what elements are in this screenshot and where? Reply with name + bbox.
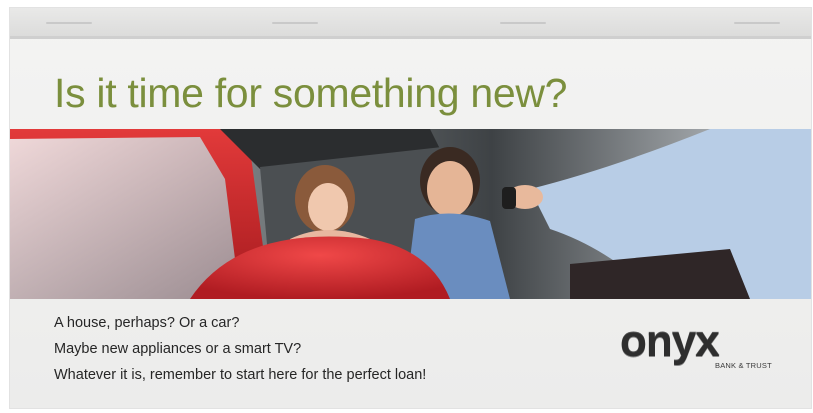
body-copy: A house, perhaps? Or a car? Maybe new ap… <box>54 313 426 391</box>
ad-headline: Is it time for something new? <box>54 70 568 116</box>
body-line: Whatever it is, remember to start here f… <box>54 367 427 383</box>
onyx-bank-logo[interactable]: onyx BANK & TRUST <box>618 317 778 373</box>
ad-banner[interactable]: Is it time for something new? A house, p… <box>9 7 812 409</box>
strip-dash <box>46 22 92 24</box>
strip-dash <box>272 22 318 24</box>
body-line: A house, perhaps? Or a car? <box>54 315 240 331</box>
strip-dash <box>734 22 780 24</box>
body-line: Maybe new appliances or a smart TV? <box>54 341 302 357</box>
logo-wordmark: onyx <box>620 317 720 366</box>
decorative-top-strip <box>10 8 811 39</box>
car-keys-photo <box>10 129 811 299</box>
logo-tagline: BANK & TRUST <box>715 361 772 370</box>
strip-dash <box>500 22 546 24</box>
